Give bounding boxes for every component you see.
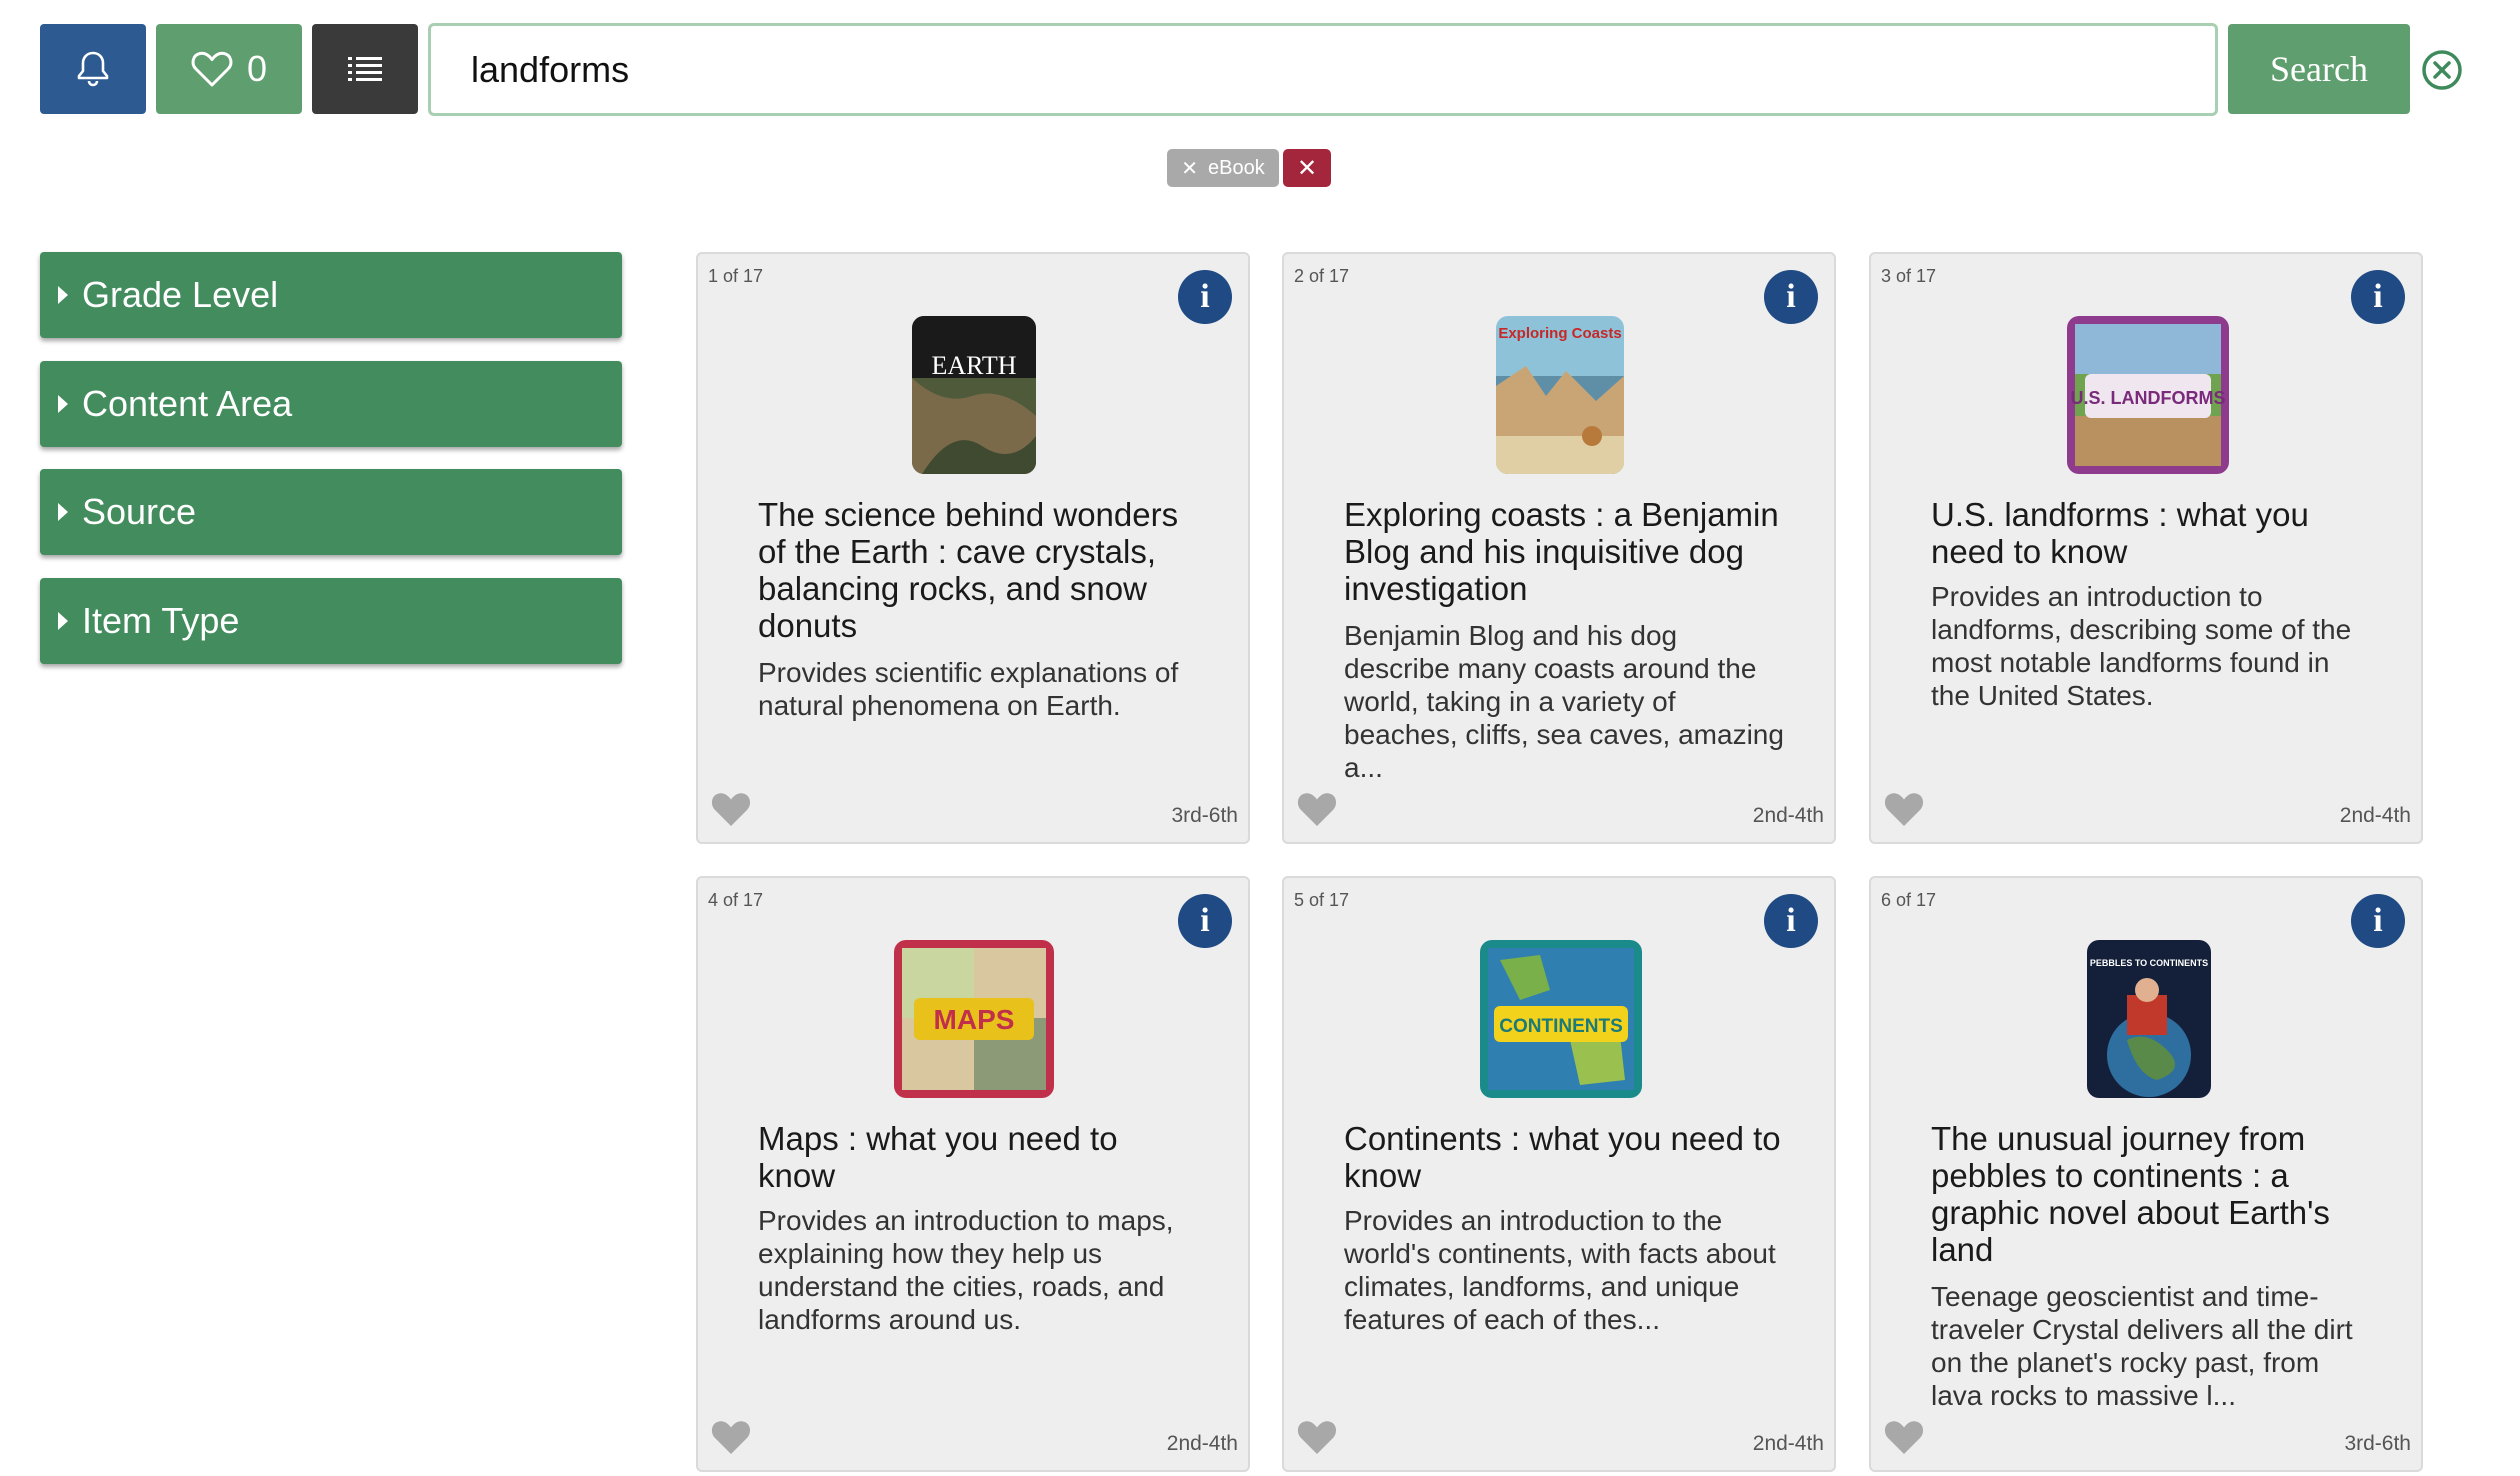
result-title[interactable]: Continents : what you need to know [1344,1120,1784,1194]
clear-search-button[interactable] [2420,48,2464,92]
info-icon[interactable]: i [1764,894,1818,948]
facet-item-type[interactable]: Item Type [40,578,622,664]
result-card[interactable]: 5 of 17 i CONTINENTS Continents : what y… [1282,876,1836,1472]
close-circle-icon [2422,50,2462,90]
facet-label: Content Area [82,383,293,424]
result-card[interactable]: 2 of 17 i Exploring Coasts Exploring coa… [1282,252,1836,844]
heart-icon[interactable] [1296,1418,1338,1456]
heart-icon[interactable] [710,790,752,828]
favorites-button[interactable]: 0 [156,24,302,114]
result-title[interactable]: The science behind wonders of the Earth … [758,496,1198,644]
favorites-count: 0 [246,48,268,89]
book-cover[interactable]: U.S. LANDFORMS [2067,316,2229,474]
grade-range: 2nd-4th [1752,804,1824,827]
result-description: Benjamin Blog and his dog describe many … [1344,620,1784,783]
cover-title: Exploring Coasts [1498,325,1621,342]
result-title[interactable]: U.S. landforms : what you need to know [1931,496,2371,570]
grade-range: 2nd-4th [2339,804,2411,827]
cover-title: EARTH [931,351,1016,380]
caret-right-icon [58,503,68,521]
list-icon [348,57,382,81]
result-description: Provides scientific explanations of natu… [758,657,1179,721]
facet-label: Item Type [82,600,240,641]
close-icon: ✕ [1296,154,1318,182]
heart-icon[interactable] [1883,790,1925,828]
caret-right-icon [58,286,68,304]
result-card[interactable]: 6 of 17 i PEBBLES TO CONTINENTS The unus… [1869,876,2423,1472]
grade-range: 2nd-4th [1166,1432,1238,1455]
search-input[interactable] [428,23,2218,116]
facet-label: Grade Level [82,274,279,315]
result-description: Provides an introduction to landforms, d… [1931,581,2352,711]
cover-title: U.S. LANDFORMS [2071,388,2226,408]
facet-label: Source [82,491,197,532]
info-icon[interactable]: i [2351,894,2405,948]
book-cover[interactable]: MAPS [894,940,1054,1098]
info-icon[interactable]: i [1178,270,1232,324]
result-position: 1 of 17 [708,266,764,286]
info-icon[interactable]: i [1178,894,1232,948]
result-description: Teenage geoscientist and time-traveler C… [1931,1281,2353,1411]
result-position: 4 of 17 [708,890,764,910]
result-position: 3 of 17 [1881,266,1937,286]
result-description: Provides an introduction to maps, explai… [758,1205,1174,1335]
caret-right-icon [58,395,68,413]
remove-filter-icon[interactable]: ✕ [1181,156,1198,181]
result-description: Provides an introduction to the world's … [1344,1205,1776,1335]
result-title[interactable]: Maps : what you need to know [758,1120,1198,1194]
book-cover[interactable]: CONTINENTS [1480,940,1642,1098]
result-title[interactable]: The unusual journey from pebbles to cont… [1931,1120,2371,1268]
notifications-button[interactable] [40,24,146,114]
book-cover[interactable]: PEBBLES TO CONTINENTS [2087,940,2211,1098]
heart-icon[interactable] [1296,790,1338,828]
book-cover[interactable]: Exploring Coasts [1496,316,1624,474]
cover-title: MAPS [934,1004,1015,1035]
info-icon[interactable]: i [2351,270,2405,324]
result-card[interactable]: 3 of 17 i U.S. LANDFORMS U.S. landforms … [1869,252,2423,844]
result-title[interactable]: Exploring coasts : a Benjamin Blog and h… [1344,496,1784,607]
heart-icon [191,51,233,87]
result-card[interactable]: 1 of 17 i EARTH The science behind wonde… [696,252,1250,844]
heart-icon[interactable] [710,1418,752,1456]
result-position: 2 of 17 [1294,266,1350,286]
clear-all-filters-button[interactable]: ✕ [1283,149,1331,187]
result-position: 6 of 17 [1881,890,1937,910]
heart-icon[interactable] [1883,1418,1925,1456]
result-card[interactable]: 4 of 17 i MAPS Maps : what you need to k… [696,876,1250,1472]
search-button[interactable]: Search [2228,24,2410,114]
filter-chip-ebook[interactable]: ✕ eBook [1167,149,1279,187]
filter-chip-label: eBook [1208,156,1265,179]
info-icon[interactable]: i [1764,270,1818,324]
facet-grade-level[interactable]: Grade Level [40,252,622,338]
cover-title: PEBBLES TO CONTINENTS [2090,958,2208,968]
facet-content-area[interactable]: Content Area [40,361,622,447]
grade-range: 3rd-6th [2344,1432,2411,1455]
bell-icon [77,51,109,87]
list-view-button[interactable] [312,24,418,114]
result-position: 5 of 17 [1294,890,1350,910]
grade-range: 2nd-4th [1752,1432,1824,1455]
cover-title: CONTINENTS [1499,1016,1623,1037]
book-cover[interactable]: EARTH [912,316,1036,474]
grade-range: 3rd-6th [1171,804,1238,827]
facet-source[interactable]: Source [40,469,622,555]
caret-right-icon [58,612,68,630]
